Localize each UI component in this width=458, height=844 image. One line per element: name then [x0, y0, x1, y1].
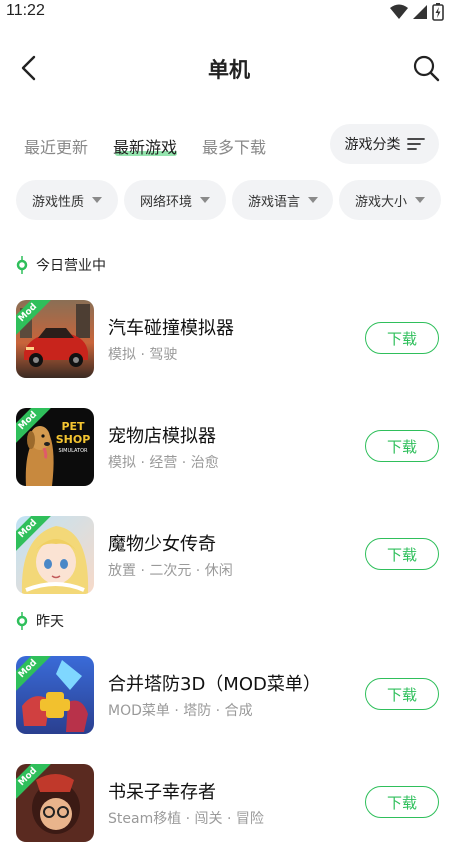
download-button[interactable]: 下载 — [365, 322, 439, 354]
pet-shop-logo-subtext: SIMULATOR — [58, 448, 88, 454]
tab-newest-games[interactable]: 最新游戏 — [113, 134, 178, 158]
tab-most-downloads[interactable]: 最多下载 — [202, 134, 266, 158]
section-header-today: 今日营业中 — [16, 254, 106, 276]
dropdown-triangle-icon — [92, 197, 103, 203]
pet-shop-logo-text: PET SHOP — [55, 420, 91, 446]
game-tags: 模拟 · 驾驶 — [108, 347, 178, 363]
wifi-icon — [390, 4, 408, 19]
location-pin-icon — [16, 612, 28, 630]
top-bar: 单机 — [0, 44, 458, 92]
filter-chips: 游戏性质 网络环境 游戏语言 游戏大小 — [16, 180, 441, 220]
signal-icon — [413, 5, 427, 19]
download-button[interactable]: 下载 — [365, 678, 439, 710]
game-tags: 放置 · 二次元 · 休闲 — [108, 563, 233, 579]
game-icon: Mod — [16, 300, 94, 378]
game-icon: Mod — [16, 656, 94, 734]
game-list-item[interactable]: Mod 汽车碰撞模拟器 模拟 · 驾驶 下载 — [16, 300, 442, 380]
game-tags: MOD菜单 · 塔防 · 合成 — [108, 703, 253, 719]
dropdown-triangle-icon — [200, 197, 211, 203]
filter-game-nature[interactable]: 游戏性质 — [16, 180, 118, 220]
dropdown-triangle-icon — [308, 197, 319, 203]
download-button[interactable]: 下载 — [365, 430, 439, 462]
game-list-item[interactable]: Mod 书呆子幸存者 Steam移植 · 闯关 · 冒险 下载 — [16, 764, 442, 844]
game-category-button[interactable]: 游戏分类 — [330, 124, 439, 164]
tab-recent-update[interactable]: 最近更新 — [24, 134, 88, 158]
dropdown-triangle-icon — [415, 197, 426, 203]
download-button[interactable]: 下载 — [365, 786, 439, 818]
download-button[interactable]: 下载 — [365, 538, 439, 570]
game-list-item[interactable]: Mod 合并塔防3D（MOD菜单） MOD菜单 · 塔防 · 合成 下载 — [16, 656, 442, 736]
filter-network[interactable]: 网络环境 — [124, 180, 226, 220]
sort-tabs: 最近更新 最新游戏 最多下载 游戏分类 — [0, 124, 458, 166]
search-icon[interactable] — [412, 54, 440, 82]
game-title: 合并塔防3D（MOD菜单） — [108, 674, 321, 695]
location-pin-icon — [16, 256, 28, 274]
page-title: 单机 — [208, 58, 250, 82]
filter-lines-icon — [406, 138, 425, 150]
game-icon: Mod — [16, 764, 94, 842]
game-list-item[interactable]: Mod 魔物少女传奇 放置 · 二次元 · 休闲 下载 — [16, 516, 442, 596]
game-category-label: 游戏分类 — [344, 137, 401, 153]
filter-size[interactable]: 游戏大小 — [339, 180, 441, 220]
game-title: 魔物少女传奇 — [108, 534, 216, 555]
game-title: 宠物店模拟器 — [108, 426, 216, 447]
filter-language[interactable]: 游戏语言 — [232, 180, 333, 220]
game-icon: Mod — [16, 516, 94, 594]
game-tags: 模拟 · 经营 · 治愈 — [108, 455, 219, 471]
game-tags: Steam移植 · 闯关 · 冒险 — [108, 811, 264, 827]
game-title: 书呆子幸存者 — [108, 782, 216, 803]
game-title: 汽车碰撞模拟器 — [108, 318, 234, 339]
battery-icon — [432, 3, 444, 21]
status-time: 11:22 — [6, 2, 45, 19]
status-bar: 11:22 — [0, 0, 458, 26]
section-header-yesterday: 昨天 — [16, 610, 64, 632]
game-icon: PET SHOP SIMULATOR Mod — [16, 408, 94, 486]
game-list-item[interactable]: PET SHOP SIMULATOR Mod 宠物店模拟器 模拟 · 经营 · … — [16, 408, 442, 488]
